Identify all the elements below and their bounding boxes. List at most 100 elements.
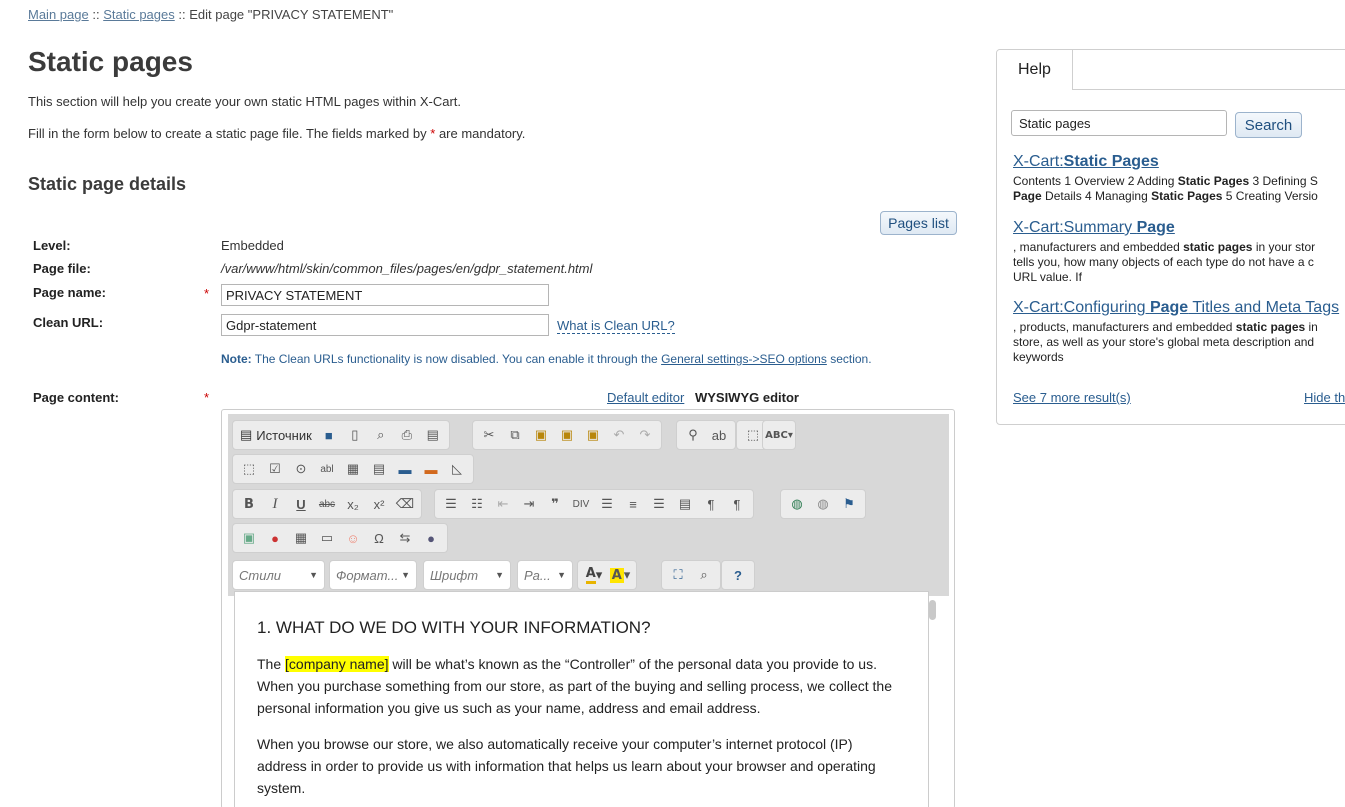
templates-icon[interactable]: ▤ <box>421 424 445 446</box>
help-search-button[interactable]: Search <box>1235 112 1302 138</box>
help-result-snippet: keywords <box>1013 350 1064 364</box>
bold-icon[interactable]: B <box>237 493 261 515</box>
what-is-clean-url-link[interactable]: What is Clean URL? <box>557 318 675 334</box>
italic-icon[interactable]: I <box>263 493 287 515</box>
help-search-input[interactable] <box>1011 110 1227 136</box>
format-dropdown[interactable]: Формат... ▼ <box>329 560 417 590</box>
toolbar-group-find: ⚲ ab <box>676 420 736 450</box>
align-right-icon[interactable]: ☰ <box>647 493 671 515</box>
content-heading: 1. WHAT DO WE DO WITH YOUR INFORMATION? <box>257 618 651 637</box>
numbered-list-icon[interactable]: ☰ <box>439 493 463 515</box>
show-blocks-icon[interactable]: ⌕ <box>692 564 716 586</box>
radio-icon[interactable]: ⊙ <box>289 458 313 480</box>
blockquote-icon[interactable]: ❞ <box>543 493 567 515</box>
undo-icon[interactable]: ↶ <box>607 424 631 446</box>
help-result-link[interactable]: X-Cart:Configuring Page Titles and Meta … <box>1013 299 1345 317</box>
styles-dropdown[interactable]: Стили ▼ <box>232 560 325 590</box>
toolbar-group-basicstyles: B I U abc x₂ x² ⌫ <box>232 489 422 519</box>
replace-icon[interactable]: ab <box>707 424 731 446</box>
iframe-icon[interactable]: ● <box>419 527 443 549</box>
anchor-icon[interactable]: ⚑ <box>837 493 861 515</box>
text-color-icon[interactable]: A ▾ <box>582 564 606 586</box>
wysiwyg-editor-label: WYSIWYG editor <box>694 390 799 405</box>
horizontal-rule-icon[interactable]: ▭ <box>315 527 339 549</box>
form-icon[interactable]: ⬚ <box>237 458 261 480</box>
preview-icon[interactable]: ⌕ <box>369 424 393 446</box>
page-name-label: Page name: <box>33 285 106 300</box>
tab-help[interactable]: Help <box>997 50 1073 90</box>
default-editor-link[interactable]: Default editor <box>607 390 684 405</box>
toolbar-group-tools: ⛶ ⌕ <box>661 560 721 590</box>
superscript-icon[interactable]: x² <box>367 493 391 515</box>
special-char-icon[interactable]: Ω <box>367 527 391 549</box>
indent-icon[interactable]: ⇥ <box>517 493 541 515</box>
font-dropdown[interactable]: Шрифт ▼ <box>423 560 511 590</box>
ltr-icon[interactable]: ¶ <box>699 493 723 515</box>
find-icon[interactable]: ⚲ <box>681 424 705 446</box>
breadcrumb-static-link[interactable]: Static pages <box>103 7 175 22</box>
help-icon[interactable]: ? <box>726 564 750 586</box>
image-icon[interactable]: ▣ <box>237 527 261 549</box>
page-content-label: Page content: <box>33 390 119 405</box>
textarea-icon[interactable]: ▦ <box>341 458 365 480</box>
required-star: * <box>430 126 436 141</box>
print-icon[interactable]: ⎙ <box>395 424 419 446</box>
redo-icon[interactable]: ↷ <box>633 424 657 446</box>
seo-options-link[interactable]: General settings->SEO options <box>661 352 827 366</box>
page-name-input[interactable] <box>221 284 549 306</box>
save-icon[interactable]: ■ <box>317 424 341 446</box>
select-field-icon[interactable]: ▤ <box>367 458 391 480</box>
hidden-field-icon[interactable]: ◺ <box>445 458 469 480</box>
flash-icon[interactable]: ● <box>263 527 287 549</box>
background-color-icon[interactable]: A ▾ <box>608 564 632 586</box>
subscript-icon[interactable]: x₂ <box>341 493 365 515</box>
editor-scrollbar[interactable] <box>928 594 937 806</box>
remove-format-icon[interactable]: ⌫ <box>393 493 417 515</box>
align-center-icon[interactable]: ≡ <box>621 493 645 515</box>
breadcrumb-main-link[interactable]: Main page <box>28 7 89 22</box>
paste-icon[interactable]: ▣ <box>529 424 553 446</box>
bulleted-list-icon[interactable]: ☷ <box>465 493 489 515</box>
paste-word-icon[interactable]: ▣ <box>581 424 605 446</box>
size-dropdown[interactable]: Ра... ▼ <box>517 560 573 590</box>
scrollbar-thumb[interactable] <box>929 600 936 620</box>
checkbox-icon[interactable]: ☑ <box>263 458 287 480</box>
unlink-icon[interactable]: ◍ <box>811 493 835 515</box>
copy-icon[interactable]: ⧉ <box>503 424 527 446</box>
new-page-icon[interactable]: ▯ <box>343 424 367 446</box>
spellcheck-icon[interactable]: ABC ▾ <box>765 424 793 446</box>
button-field-icon[interactable]: ▬ <box>393 458 417 480</box>
smiley-icon[interactable]: ☺ <box>341 527 365 549</box>
align-left-icon[interactable]: ☰ <box>595 493 619 515</box>
clean-url-input[interactable] <box>221 314 549 336</box>
hide-help-link[interactable]: Hide th <box>1304 390 1345 405</box>
level-value: Embedded <box>221 238 284 253</box>
source-button[interactable]: ▤ Источник <box>237 427 315 443</box>
cut-icon[interactable]: ✂ <box>477 424 501 446</box>
image-button-icon[interactable]: ▬ <box>419 458 443 480</box>
page-file-label: Page file: <box>33 261 91 276</box>
outdent-icon[interactable]: ⇤ <box>491 493 515 515</box>
textfield-icon[interactable]: abl <box>315 458 339 480</box>
strike-icon[interactable]: abc <box>315 493 339 515</box>
help-result-link[interactable]: X-Cart:Static Pages <box>1013 153 1345 171</box>
editor-content[interactable]: 1. WHAT DO WE DO WITH YOUR INFORMATION? … <box>234 591 929 807</box>
underline-icon[interactable]: U <box>289 493 313 515</box>
rtl-icon[interactable]: ¶ <box>725 493 749 515</box>
help-result-link[interactable]: X-Cart:Summary Page <box>1013 219 1345 237</box>
pages-list-button[interactable]: Pages list <box>880 211 957 235</box>
div-container-icon[interactable]: DIV <box>569 493 593 515</box>
table-icon[interactable]: ▦ <box>289 527 313 549</box>
toolbar-group-paragraph: ☰ ☷ ⇤ ⇥ ❞ DIV ☰ ≡ ☰ ▤ ¶ ¶ <box>434 489 754 519</box>
paste-text-icon[interactable]: ▣ <box>555 424 579 446</box>
breadcrumb-separator: :: <box>178 7 186 22</box>
maximize-icon[interactable]: ⛶ <box>666 564 690 586</box>
help-result-snippet: Page Details 4 Managing Static Pages 5 C… <box>1013 189 1318 203</box>
see-more-results-link[interactable]: See 7 more result(s) <box>1013 390 1131 405</box>
content-paragraph: When you browse our store, we also autom… <box>257 736 876 796</box>
required-star: * <box>204 390 210 405</box>
link-icon[interactable]: ◍ <box>785 493 809 515</box>
justify-icon[interactable]: ▤ <box>673 493 697 515</box>
page-break-icon[interactable]: ⇆ <box>393 527 417 549</box>
required-star: * <box>204 286 210 301</box>
